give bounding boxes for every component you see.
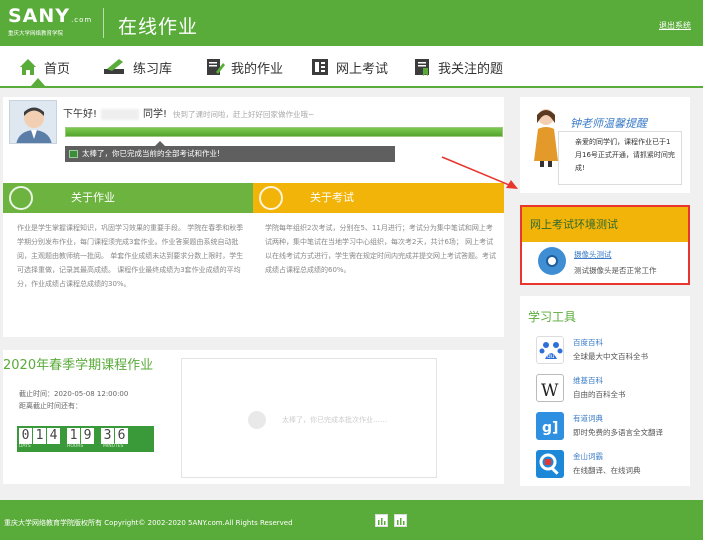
- nav-item-practice[interactable]: 练习库: [103, 56, 172, 78]
- nav-item-home[interactable]: 首页: [18, 56, 70, 78]
- tool-desc-baidu: 全球最大中文百科全书: [573, 352, 648, 361]
- nav-item-my-homework[interactable]: 我的作业: [205, 56, 283, 78]
- notice-text: 亲爱的同学们，课程作业已于1月16号正式开通，请抓紧时间完成!: [558, 131, 682, 185]
- nav-label-followed-questions: 我关注的题: [438, 61, 504, 77]
- tool-name-youdao[interactable]: 有道词典: [573, 413, 603, 424]
- days-digit-2: 1: [33, 428, 46, 444]
- webcam-icon[interactable]: [538, 247, 566, 275]
- days-label: DAYS: [19, 444, 31, 449]
- progress-bar: [65, 127, 503, 137]
- tool-desc-wikipedia: 自由的百科全书: [573, 390, 626, 399]
- page-title: 在线作业: [118, 16, 199, 38]
- deadline-info: 截止时间：2020-05-08 12:00:00 距离截止时间还有：: [19, 388, 128, 412]
- empty-message: 太棒了，你已完成本批次作业……: [282, 416, 387, 424]
- tool-name-baidu[interactable]: 百度百科: [573, 337, 603, 348]
- hours-label: HOURS: [67, 444, 84, 449]
- header-bar: SANY.com 重庆大学网络教育学院 在线作业 退出系统: [0, 0, 703, 46]
- homework-icon: [9, 186, 33, 210]
- nav-label-my-homework: 我的作业: [231, 61, 284, 77]
- svg-text:g]: g]: [542, 420, 558, 436]
- env-test-title: 网上考试环境测试: [522, 207, 688, 242]
- nav-label-online-exam: 网上考试: [336, 61, 389, 77]
- tool-desc-youdao: 即时免费的多语言全文翻译: [573, 428, 663, 437]
- nav-label-home: 首页: [44, 61, 71, 77]
- about-exam-text: 学院每年组织2次考试，分别在5、11月进行；考试分为集中笔试和网上考试两种，集中…: [265, 224, 496, 274]
- logo-text: SANY: [8, 5, 71, 27]
- avatar: [9, 100, 57, 144]
- completion-message: 太棒了，你已完成当前的全部考试和作业!: [82, 149, 221, 158]
- tool-iciba[interactable]: 金山词霸 在线翻译、在线词典: [536, 450, 690, 484]
- header-divider: [103, 8, 104, 38]
- progress-fill: [66, 128, 502, 136]
- about-homework-title: 关于作业: [71, 191, 115, 204]
- semester-title: 2020年春季学期课程作业: [3, 358, 154, 373]
- smile-icon: [248, 411, 266, 429]
- stat-icon[interactable]: [375, 514, 388, 527]
- semester-panel: 2020年春季学期课程作业 截止时间：2020-05-08 12:00:00 距…: [3, 350, 504, 484]
- greeting-suffix: 同学!: [143, 109, 168, 120]
- iciba-icon: [536, 450, 564, 478]
- nav-label-practice: 练习库: [133, 61, 173, 77]
- exam-env-test-panel: 网上考试环境测试 摄像头测试 测试摄像头是否正常工作: [520, 205, 690, 285]
- tool-baidu[interactable]: du 百度百科 全球最大中文百科全书: [536, 336, 690, 370]
- greeting: 下午好! 同学! 快到了课时间啦，赶上好好回家做作业哦~: [63, 105, 314, 120]
- home-icon: [18, 57, 38, 77]
- notice-title: 钟老师温馨提醒: [570, 117, 647, 130]
- copyright-text: 重庆大学网络教育学院版权所有 Copyright© 2002-2020 5ANY…: [4, 519, 293, 527]
- main-nav: 首页 练习库 我的作业 网上考试 我关注的题: [0, 46, 703, 88]
- bookmark-icon: [412, 57, 432, 77]
- welcome-panel: 下午好! 同学! 快到了课时间啦，赶上好好回家做作业哦~ 太棒了，你已完成当前的全部…: [3, 97, 504, 337]
- tools-title: 学习工具: [528, 310, 577, 324]
- completion-tooltip: 太棒了，你已完成当前的全部考试和作业!: [65, 141, 395, 162]
- exam-icon: [259, 186, 283, 210]
- footer: 重庆大学网络教育学院版权所有 Copyright© 2002-2020 5ANY…: [0, 500, 703, 540]
- tool-youdao[interactable]: g] 有道词典 即时免费的多语言全文翻译: [536, 412, 690, 446]
- nav-item-online-exam[interactable]: 网上考试: [310, 56, 388, 78]
- webcam-test-link[interactable]: 摄像头测试: [574, 249, 612, 260]
- nav-active-indicator: [31, 78, 45, 86]
- hours-digit-1: 1: [67, 428, 80, 444]
- youdao-icon: g]: [536, 412, 564, 440]
- site-logo[interactable]: SANY.com 重庆大学网络教育学院: [8, 6, 92, 38]
- logo-suffix: .com: [71, 16, 93, 24]
- hours-digit-2: 9: [81, 428, 94, 444]
- nav-item-followed-questions[interactable]: 我关注的题: [412, 56, 503, 78]
- check-icon: [69, 150, 78, 158]
- about-homework-text: 作业是学生掌握课程知识，巩固学习效果的重要手段。 学院在春季和秋季学期分别发布作…: [17, 224, 244, 288]
- wikipedia-icon: W: [536, 374, 564, 402]
- minutes-digit-1: 3: [101, 428, 114, 444]
- webcam-test-desc: 测试摄像头是否正常工作: [574, 266, 657, 275]
- svg-text:du: du: [547, 353, 555, 360]
- logout-link[interactable]: 退出系统: [659, 20, 691, 31]
- minutes-label: MINUTES: [103, 444, 124, 449]
- teacher-notice: 钟老师温馨提醒 亲爱的同学们，课程作业已于1月16号正式开通，请抓紧时间完成!: [520, 97, 690, 193]
- tool-desc-iciba: 在线翻译、在线词典: [573, 466, 641, 475]
- remaining-label: 距离截止时间还有：: [19, 402, 82, 410]
- study-tools-panel: 学习工具 du 百度百科 全球最大中文百科全书 W 维基百科 自由的百科全书 g…: [520, 296, 690, 486]
- pencil-icon: [103, 57, 127, 77]
- about-homework-header: 关于作业: [3, 183, 253, 213]
- tool-wikipedia[interactable]: W 维基百科 自由的百科全书: [536, 374, 690, 408]
- book-icon: [310, 57, 330, 77]
- about-exam-title: 关于考试: [310, 191, 354, 204]
- baidu-icon: du: [536, 336, 564, 364]
- greeting-tip: 快到了课时间啦，赶上好好回家做作业哦~: [173, 110, 315, 119]
- days-digit-1: 0: [19, 428, 32, 444]
- minutes-digit-2: 6: [115, 428, 128, 444]
- logo-subtitle: 重庆大学网络教育学院: [8, 31, 64, 37]
- edit-doc-icon: [205, 57, 225, 77]
- greeting-text: 下午好!: [63, 109, 98, 120]
- svg-text:W: W: [541, 381, 559, 401]
- highlight-arrow: [441, 156, 518, 189]
- tool-name-iciba[interactable]: 金山词霸: [573, 451, 603, 462]
- stat-icon[interactable]: [394, 514, 407, 527]
- countdown-clock: 0 1 4 1 9 3 6 DAYS HOURS MINUTES: [17, 426, 154, 452]
- days-digit-3: 4: [47, 428, 60, 444]
- tool-name-wikipedia[interactable]: 维基百科: [573, 375, 603, 386]
- deadline-time: 截止时间：2020-05-08 12:00:00: [19, 390, 129, 398]
- homework-empty-state: 太棒了，你已完成本批次作业……: [181, 358, 437, 478]
- student-name-redacted: [101, 108, 140, 120]
